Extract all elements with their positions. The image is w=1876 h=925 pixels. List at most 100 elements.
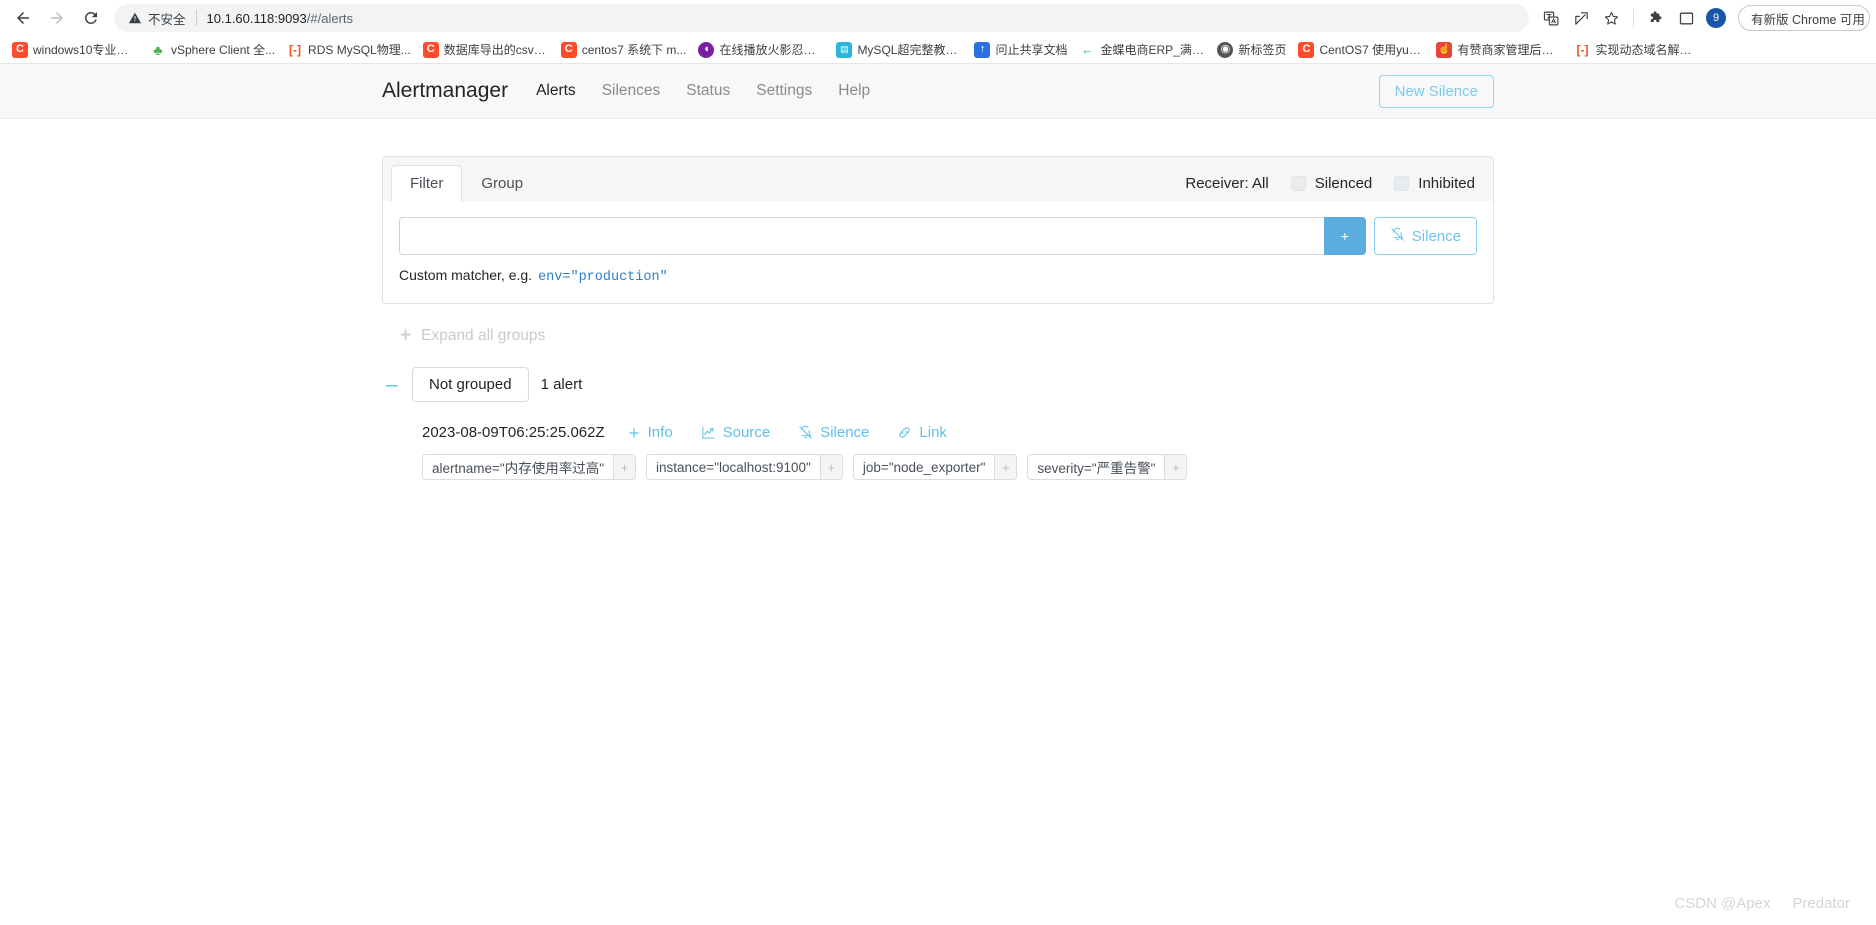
bookmark-item[interactable]: C 数据库导出的csv文... [417,38,555,62]
alert-label-add-button[interactable]: + [613,455,635,479]
nav-link-settings[interactable]: Settings [756,82,812,100]
plus-icon [627,426,641,440]
forward-button[interactable] [40,1,74,35]
matcher-hint-code[interactable]: env="production" [538,270,668,285]
silence-filter-button[interactable]: Silence [1373,217,1477,255]
receiver-selector[interactable]: Receiver: All [1185,175,1268,192]
avatar[interactable]: 9 [1702,4,1730,32]
share-icon[interactable] [1567,4,1595,32]
bookmark-label: 实现动态域名解析... [1595,43,1701,57]
bookmark-item[interactable]: Cwindows10专业版... [6,38,144,62]
alert-label-text[interactable]: job="node_exporter" [854,455,995,479]
tab-filter[interactable]: Filter [391,165,463,202]
link-icon [897,425,912,440]
alertmanager-app: Alertmanager Alerts Silences Status Setting… [0,64,1876,924]
app-brand[interactable]: Alertmanager [382,79,508,103]
alert-label-add-button[interactable]: + [1164,455,1187,479]
alert-action-info[interactable]: Info [627,424,673,441]
alert-line: 2023-08-09T06:25:25.062Z Info Source Sil… [422,424,1494,441]
bookmark-favicon-icon: ☝ [1436,41,1453,58]
silenced-checkbox[interactable] [1290,176,1306,191]
bookmark-item[interactable]: C CentOS7 使用yum... [1292,38,1430,62]
alert-label-text[interactable]: instance="localhost:9100" [647,455,820,479]
bookmark-item[interactable]: [-] RDS MySQL物理... [281,38,417,62]
group-pill[interactable]: Not grouped [412,367,529,402]
nav-link-silences[interactable]: Silences [602,82,661,100]
back-arrow-icon [17,12,29,24]
bookmark-favicon-icon: [-] [289,42,302,57]
bookmarks-bar: Cwindows10专业版... ♣ vSphere Client 全... [-] R… [0,36,1876,64]
bookmark-label: 有赞商家管理后台... [1457,43,1563,57]
new-silence-button[interactable]: New Silence [1378,74,1494,108]
reload-button[interactable] [74,1,108,35]
bookmark-label: RDS MySQL物理... [308,43,411,57]
filter-input[interactable] [399,217,1324,255]
bookmark-label: 新标签页 [1238,43,1287,57]
chrome-update-pill[interactable]: 有新版 Chrome 可用 [1738,5,1870,31]
bookmark-item[interactable]: ☝ 有赞商家管理后台... [1430,38,1568,62]
inhibited-checkbox[interactable] [1394,176,1410,191]
nav-links: Alerts Silences Status Settings Help [536,82,870,100]
inhibited-checkbox-wrap[interactable]: Inhibited [1394,175,1475,192]
alert-label-chip: instance="localhost:9100" + [646,454,843,480]
chart-line-icon [701,425,716,440]
bookmark-star-icon[interactable] [1597,4,1625,32]
silenced-checkbox-wrap[interactable]: Silenced [1290,175,1373,192]
extensions-puzzle-icon[interactable] [1642,4,1670,32]
back-button[interactable] [6,1,40,35]
app-navbar: Alertmanager Alerts Silences Status Setting… [0,64,1876,119]
filter-input-group: + [399,217,1366,255]
bell-slash-icon [1390,227,1405,246]
toolbar-divider [1633,9,1634,27]
bookmark-item[interactable]: ◖ 在线播放火影忍者-... [692,38,830,62]
alert-label-chip: job="node_exporter" + [852,454,1018,480]
url-host: 10.1.60.118:9093 [206,10,307,26]
alert-label-add-button[interactable]: + [994,455,1017,479]
alert-action-source[interactable]: Source [701,424,771,441]
alert-timestamp: 2023-08-09T06:25:25.062Z [422,424,605,441]
alert-label-text[interactable]: severity="严重告警" [1028,455,1164,479]
bookmark-favicon-icon: ↑ [974,41,991,58]
bookmark-item[interactable]: ↑ 问止共享文档 [968,38,1073,62]
nav-link-alerts[interactable]: Alerts [536,82,576,100]
reload-icon [84,11,97,24]
nav-link-status[interactable]: Status [686,82,730,100]
silence-filter-label: Silence [1411,227,1461,245]
bookmark-favicon-icon: ◉ [1217,41,1234,58]
alert-action-info-label: Info [647,424,673,441]
alert-label-text[interactable]: alertname="内存使用率过高" [423,455,613,479]
expand-all-groups[interactable]: + Expand all groups [382,326,1494,345]
alert-label-add-button[interactable]: + [819,455,842,479]
browser-toolbar: 不安全 10.1.60.118:9093/#/alerts 9 有新版 Chro… [0,0,1876,36]
minus-icon[interactable]: – [382,374,412,395]
bell-slash-icon [798,425,813,440]
profile-initial: 9 [1706,8,1726,28]
bookmark-item[interactable]: ◉ 新标签页 [1211,38,1292,62]
tab-group[interactable]: Group [462,165,542,202]
matcher-hint-text: Custom matcher, e.g. [399,267,533,283]
alert-labels: alertname="内存使用率过高" + instance="localhost:… [422,454,1494,480]
alert-action-link[interactable]: Link [897,424,947,441]
bookmark-favicon-icon: ♣ [153,41,163,58]
sidepanel-icon[interactable] [1672,4,1700,32]
alert-action-silence-label: Silence [820,424,870,441]
expand-all-label: Expand all groups [421,326,546,344]
alert-action-silence[interactable]: Silence [798,424,869,441]
add-matcher-button[interactable]: + [1323,217,1366,255]
bookmark-label: CentOS7 使用yum... [1319,43,1425,57]
alert-label-chip: severity="严重告警" + [1027,454,1188,480]
bookmark-label: 在线播放火影忍者-... [719,43,825,57]
app-body: Filter Group Receiver: All Silenced Inhi… [382,119,1494,480]
silenced-label: Silenced [1314,175,1373,192]
omnibox[interactable]: 不安全 10.1.60.118:9093/#/alerts [114,4,1529,32]
bookmark-item[interactable]: ♣ vSphere Client 全... [144,38,281,62]
bookmark-item[interactable]: Ccentos7 系统下 m... [555,38,693,62]
nav-link-help[interactable]: Help [838,82,870,100]
not-secure-label: 不安全 [148,12,186,27]
alert-action-source-label: Source [722,424,771,441]
bookmark-item[interactable]: [-] 实现动态域名解析... [1568,38,1706,62]
bookmark-item[interactable]: ▤ MySQL超完整教程... [830,38,968,62]
bookmark-item[interactable]: ← 金蝶电商ERP_满足... [1073,38,1211,62]
filter-tab-strip: Filter Group Receiver: All Silenced Inhi… [382,156,1494,202]
translate-icon[interactable] [1537,4,1565,32]
